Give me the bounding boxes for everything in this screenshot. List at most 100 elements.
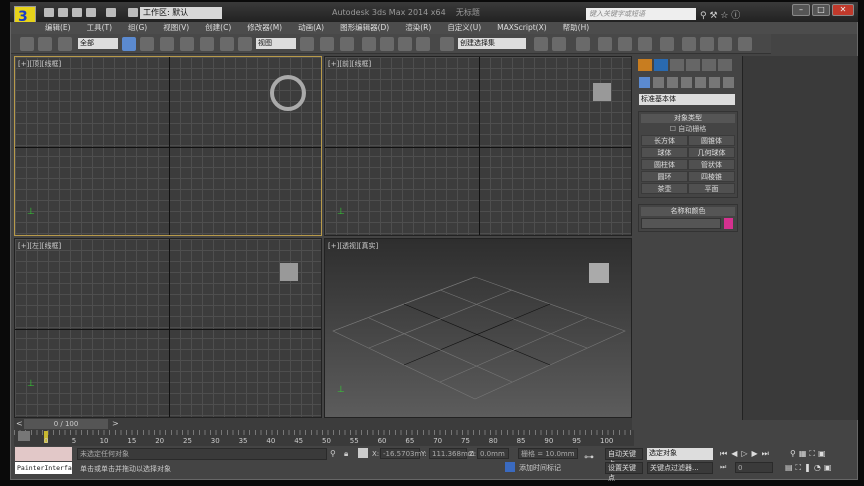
mirror-icon[interactable] (534, 37, 548, 51)
shapes-icon[interactable] (653, 77, 664, 88)
viewport-label[interactable]: [+][透视][真实] (328, 241, 378, 251)
menu-customize[interactable]: 自定义(U) (439, 22, 489, 34)
viewcube-icon[interactable] (270, 75, 306, 111)
maximize-button[interactable]: □ (812, 4, 830, 16)
menu-edit[interactable]: 编辑(E) (11, 22, 79, 34)
viewport-front[interactable]: [+][前][线框] ⊥ (324, 56, 632, 236)
script-input[interactable]: PainterInterfa (15, 462, 72, 474)
menu-maxscript[interactable]: MAXScript(X) (489, 22, 554, 34)
close-button[interactable]: ✕ (832, 4, 854, 16)
rendered-frame-icon[interactable] (700, 37, 714, 51)
undo-icon[interactable] (86, 8, 96, 17)
viewport-label[interactable]: [+][左][线框] (18, 241, 61, 251)
menu-group[interactable]: 组(G) (120, 22, 155, 34)
render-setup-icon[interactable] (682, 37, 696, 51)
viewcube-icon[interactable] (593, 83, 611, 101)
viewport-left[interactable]: [+][左][线框] ⊥ (14, 238, 322, 418)
auto-key-button[interactable]: 自动关键点 (605, 448, 643, 468)
add-time-tag[interactable]: 添加时间标记 (519, 463, 561, 473)
selection-filter-dropdown[interactable]: 全部 (78, 38, 118, 49)
time-tag-icon[interactable] (505, 462, 515, 472)
new-file-icon[interactable] (44, 8, 54, 17)
link-icon[interactable] (20, 37, 34, 51)
hierarchy-tab-icon[interactable] (670, 59, 684, 71)
helpers-icon[interactable] (695, 77, 706, 88)
key-mode-dropdown[interactable]: 选定对象 (647, 448, 713, 460)
rotate-icon[interactable] (220, 37, 234, 51)
box-button[interactable]: 长方体 (641, 135, 688, 146)
named-selection-dropdown[interactable]: 创建选择集 (458, 38, 526, 49)
space-warps-icon[interactable] (709, 77, 720, 88)
select-object-icon[interactable] (122, 37, 136, 51)
next-frame-arrow[interactable]: > (112, 419, 119, 428)
pyramid-button[interactable]: 四棱锥 (688, 171, 735, 182)
teapot-button[interactable]: 茶壶 (641, 183, 688, 194)
open-file-icon[interactable] (58, 8, 68, 17)
info-icons[interactable]: ⚲ ⚒ ☆ ⓘ (700, 8, 740, 21)
percent-snap-icon[interactable] (398, 37, 412, 51)
move-icon[interactable] (200, 37, 214, 51)
key-icon[interactable]: ⊶ (584, 452, 594, 463)
spinner-snap-icon[interactable] (416, 37, 430, 51)
isolate-icon[interactable]: ⚲ (330, 449, 336, 458)
motion-tab-icon[interactable] (686, 59, 700, 71)
y-coord-input[interactable]: 111.368mm (429, 448, 475, 459)
time-slider-thumb[interactable]: 0 / 100 (24, 419, 108, 429)
rect-selection-icon[interactable] (160, 37, 174, 51)
key-mode-toggle-icon[interactable]: ⏭ (720, 463, 726, 472)
object-name-input[interactable] (641, 218, 721, 229)
save-icon[interactable] (72, 8, 82, 17)
display-tab-icon[interactable] (702, 59, 716, 71)
time-slider[interactable]: < 0 / 100 > (14, 418, 632, 430)
menu-tools[interactable]: 工具(T) (79, 22, 120, 34)
cone-button[interactable]: 圆锥体 (688, 135, 735, 146)
unlink-icon[interactable] (38, 37, 52, 51)
render-teapot-icon[interactable] (738, 37, 752, 51)
rollout-header[interactable]: 对象类型 (641, 114, 735, 123)
pivot-icon[interactable] (300, 37, 314, 51)
align-icon[interactable] (552, 37, 566, 51)
menu-graph-editors[interactable]: 图形编辑器(D) (332, 22, 397, 34)
geometry-icon[interactable] (639, 77, 650, 88)
utilities-tab-icon[interactable] (718, 59, 732, 71)
autogrid-checkbox[interactable]: ☐ 自动栅格 (641, 124, 735, 134)
viewport-nav-controls-2[interactable]: ▤⛶❚◔▣ (785, 463, 834, 473)
torus-button[interactable]: 圆环 (641, 171, 688, 182)
graphite-ribbon-icon[interactable] (598, 37, 612, 51)
menu-create[interactable]: 创建(C) (197, 22, 239, 34)
curve-editor-icon[interactable] (618, 37, 632, 51)
snap-toggle-icon[interactable] (362, 37, 376, 51)
viewport-perspective[interactable]: [+][透视][真实] ⊥ (324, 238, 632, 418)
prev-frame-arrow[interactable]: < (16, 419, 23, 428)
current-frame-input[interactable]: 0 (735, 462, 773, 473)
create-tab-icon[interactable] (638, 59, 652, 71)
plane-button[interactable]: 平面 (688, 183, 735, 194)
category-dropdown[interactable]: 标准基本体 (639, 94, 735, 105)
layer-manager-icon[interactable] (576, 37, 590, 51)
x-coord-input[interactable]: -16.5703m (380, 448, 421, 459)
absolute-mode-icon[interactable] (358, 448, 368, 458)
sphere-button[interactable]: 球体 (641, 147, 688, 158)
viewport-label[interactable]: [+][顶][线框] (18, 59, 61, 69)
bind-space-warp-icon[interactable] (58, 37, 72, 51)
object-color-swatch[interactable] (724, 218, 733, 229)
viewport-label[interactable]: [+][前][线框] (328, 59, 371, 69)
tube-button[interactable]: 管状体 (688, 159, 735, 170)
menu-rendering[interactable]: 渲染(R) (397, 22, 439, 34)
set-key-button[interactable]: 设置关键点 (605, 462, 643, 482)
redo-icon[interactable] (106, 8, 116, 17)
workspace-dropdown[interactable]: 工作区: 默认 (140, 7, 222, 19)
cylinder-button[interactable]: 圆柱体 (641, 159, 688, 170)
keyboard-shortcut-icon[interactable] (340, 37, 354, 51)
menu-modifiers[interactable]: 修改器(M) (239, 22, 290, 34)
render-production-icon[interactable] (718, 37, 732, 51)
playback-controls[interactable]: ⏮◀▷▶⏭ (720, 449, 773, 459)
key-filters-button[interactable]: 关键点过滤器... (647, 462, 713, 474)
geosphere-button[interactable]: 几何球体 (688, 147, 735, 158)
viewcube-icon[interactable] (589, 263, 609, 283)
edit-named-selection-icon[interactable] (440, 37, 454, 51)
lock-selection-icon[interactable]: 🔒︎ (344, 449, 348, 459)
angle-snap-icon[interactable] (380, 37, 394, 51)
menu-views[interactable]: 视图(V) (155, 22, 197, 34)
search-input[interactable]: 键入关键字或短语 (586, 8, 696, 20)
